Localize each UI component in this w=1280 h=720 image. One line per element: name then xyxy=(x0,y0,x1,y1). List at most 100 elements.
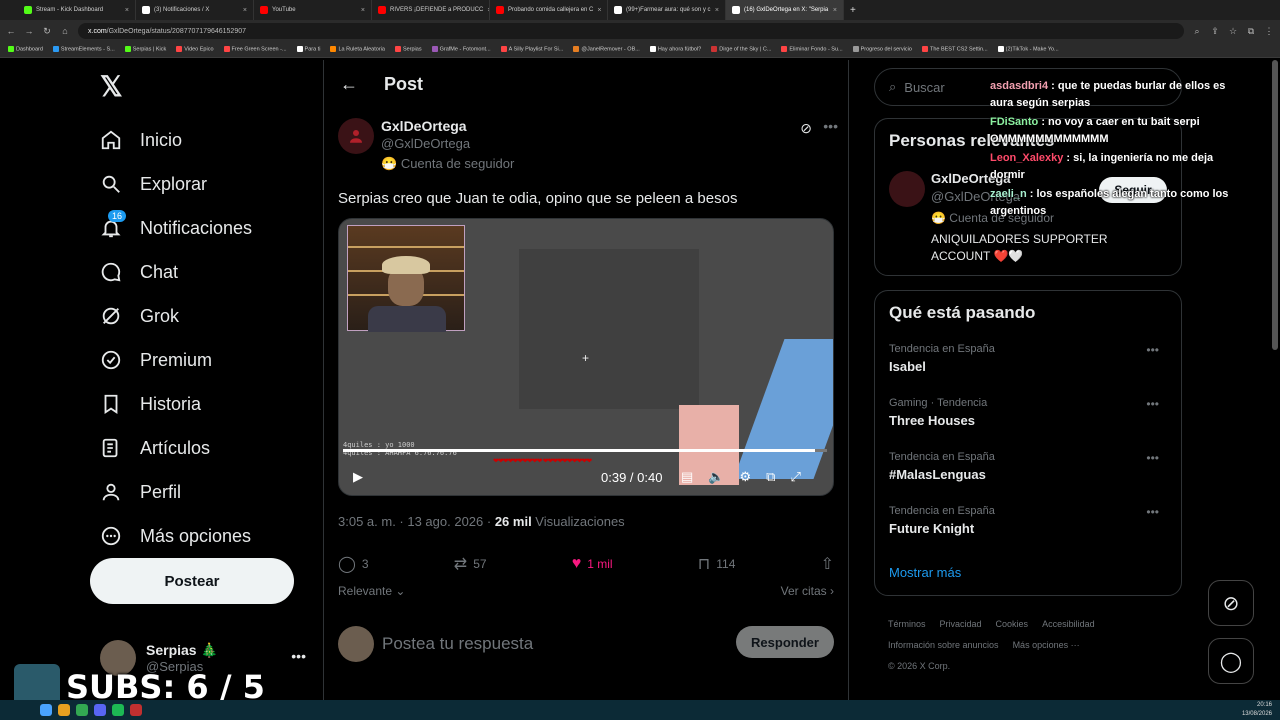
bookmark-item[interactable]: Dirge of the Sky | C... xyxy=(711,46,771,53)
trend-item[interactable]: Tendencia en España #MalasLenguas ••• xyxy=(889,451,1169,482)
bookmark-item[interactable]: Dashboard xyxy=(8,46,43,53)
footer-link[interactable]: Accesibilidad xyxy=(1042,619,1095,629)
sidebar-item-historia[interactable]: Historia xyxy=(100,382,300,426)
forward-icon[interactable]: → xyxy=(24,26,34,36)
bookmark-item[interactable]: GrafMe - Fotomont... xyxy=(431,46,491,53)
footer-link[interactable]: Privacidad xyxy=(940,619,982,629)
trend-item[interactable]: Gaming · Tendencia Three Houses ••• xyxy=(889,397,1169,428)
extensions-icon[interactable]: ⧉ xyxy=(1246,26,1256,37)
back-icon[interactable]: ← xyxy=(6,26,16,36)
browser-tab[interactable]: (16) GxlDeOrtega en X: "Serpia × xyxy=(726,0,844,20)
footer-link[interactable]: Más opciones ··· xyxy=(1013,640,1080,650)
trend-item[interactable]: Tendencia en España Isabel ••• xyxy=(889,343,1169,374)
post-button[interactable]: Postear xyxy=(90,558,294,604)
browser-tab[interactable]: RIVERS ¡DEFIENDE a PRODUCC× xyxy=(372,0,490,20)
star-icon[interactable]: ☆ xyxy=(1228,26,1238,37)
close-icon[interactable]: × xyxy=(243,7,247,14)
sidebar-item-más-opciones[interactable]: Más opciones xyxy=(100,514,300,558)
browser-tab[interactable]: (3) Notificaciones / X × xyxy=(136,0,254,20)
bookmark-item[interactable]: Free Green Screen -... xyxy=(223,46,287,53)
volume-icon[interactable]: 🔈 xyxy=(708,469,724,485)
more-icon[interactable]: ••• xyxy=(1146,397,1159,411)
new-tab-icon[interactable]: + xyxy=(844,5,862,16)
reply-submit-button[interactable]: Responder xyxy=(736,626,834,658)
close-icon[interactable]: × xyxy=(361,7,365,14)
close-icon[interactable]: × xyxy=(833,7,837,14)
windows-icon[interactable] xyxy=(40,704,52,716)
pip-icon[interactable]: ⧉ xyxy=(766,469,775,485)
show-more-link[interactable]: Mostrar más xyxy=(889,565,961,580)
chrome-icon[interactable] xyxy=(76,704,88,716)
more-icon[interactable]: ••• xyxy=(823,118,838,134)
back-arrow-icon[interactable]: ← xyxy=(340,74,358,95)
author-name[interactable]: GxlDeOrtega xyxy=(381,118,467,134)
close-icon[interactable]: × xyxy=(715,7,719,14)
bookmark-item[interactable]: (2)TikTok - Make Yo... xyxy=(997,46,1059,53)
spotify-icon[interactable] xyxy=(112,704,124,716)
more-icon[interactable]: ••• xyxy=(1146,451,1159,465)
bookmark-item[interactable]: StreamElements - S... xyxy=(52,46,115,53)
author-avatar[interactable] xyxy=(338,118,374,154)
close-icon[interactable]: × xyxy=(597,7,601,14)
play-icon[interactable]: ▶ xyxy=(353,469,363,485)
sidebar-item-explorar[interactable]: Explorar xyxy=(100,162,300,206)
messages-fab[interactable]: ◯ xyxy=(1208,638,1254,684)
video-player[interactable]: + 4quiles : yo 1000 4quiles : AHAHFA 6.7… xyxy=(338,218,834,496)
browser-tab[interactable]: YouTube × xyxy=(254,0,372,20)
fullscreen-icon[interactable]: ⤢ xyxy=(790,469,800,485)
trend-item[interactable]: Tendencia en España Future Knight ••• xyxy=(889,505,1169,536)
sidebar-item-artículos[interactable]: Artículos xyxy=(100,426,300,470)
discord-icon[interactable] xyxy=(94,704,106,716)
bookmark-item[interactable]: Para ti xyxy=(296,46,320,53)
sort-dropdown[interactable]: Relevante ⌄ xyxy=(338,584,405,598)
sidebar-item-inicio[interactable]: Inicio xyxy=(100,118,300,162)
address-bar[interactable]: x.com/GxlDeOrtega/status/208770717964615… xyxy=(78,23,1184,39)
files-icon[interactable] xyxy=(58,704,70,716)
zoom-icon[interactable]: ⌕ xyxy=(1192,26,1202,37)
video-progress-bar[interactable] xyxy=(343,449,827,452)
share-icon[interactable]: ⇪ xyxy=(1210,26,1220,37)
repost-button[interactable]: ⇄ 57 xyxy=(454,554,487,574)
grok-fab[interactable]: ⊘ xyxy=(1208,580,1254,626)
view-quotes-link[interactable]: Ver citas › xyxy=(781,584,834,598)
bookmark-item[interactable]: The BEST CS2 Settin... xyxy=(921,46,988,53)
reload-icon[interactable]: ↻ xyxy=(42,26,52,37)
browser-tab[interactable]: Stream - Kick Dashboard × xyxy=(18,0,136,20)
more-icon[interactable]: ••• xyxy=(1146,505,1159,519)
footer-link[interactable]: Términos xyxy=(888,619,926,629)
sidebar-item-premium[interactable]: Premium xyxy=(100,338,300,382)
bookmark-item[interactable]: Video Epico xyxy=(176,46,214,53)
browser-tab[interactable]: Probando comida callejera en C × xyxy=(490,0,608,20)
reply-button[interactable]: ◯ 3 xyxy=(338,554,369,574)
bookmark-item[interactable]: Serpias | Kick xyxy=(124,46,166,53)
bookmark-item[interactable]: Eliminar Fondo - Su... xyxy=(781,46,843,53)
close-icon[interactable]: × xyxy=(125,7,129,14)
share-button[interactable]: ⇧ xyxy=(821,554,834,574)
footer-link[interactable]: Información sobre anuncios xyxy=(888,640,999,650)
sidebar-item-perfil[interactable]: Perfil xyxy=(100,470,300,514)
sidebar-item-grok[interactable]: Grok xyxy=(100,294,300,338)
menu-icon[interactable]: ⋮ xyxy=(1264,26,1274,37)
bookmark-item[interactable]: @JanelRemover - OB... xyxy=(573,46,640,53)
grok-icon[interactable]: ⊘ xyxy=(800,120,812,137)
obs-icon[interactable] xyxy=(130,704,142,716)
like-button[interactable]: ♥ 1 mil xyxy=(572,554,613,574)
x-logo[interactable]: 𝕏 xyxy=(100,70,123,103)
reply-input[interactable]: Postea tu respuesta xyxy=(382,634,533,654)
bookmark-item[interactable]: Hay ahora fútbol? xyxy=(649,46,701,53)
more-icon[interactable]: ••• xyxy=(291,648,306,664)
footer-link[interactable]: Cookies xyxy=(996,619,1029,629)
browser-tab[interactable]: (99+)Farmear aura: qué son y c × xyxy=(608,0,726,20)
captions-icon[interactable]: ▤ xyxy=(681,469,693,485)
scrollbar[interactable] xyxy=(1272,60,1278,350)
more-icon[interactable]: ••• xyxy=(1146,343,1159,357)
bookmark-button[interactable]: ⊓ 114 xyxy=(698,554,736,574)
sidebar-item-chat[interactable]: Chat xyxy=(100,250,300,294)
bookmark-item[interactable]: A Silly Playlist For Si... xyxy=(500,46,563,53)
settings-icon[interactable]: ⚙ xyxy=(739,469,751,485)
avatar[interactable] xyxy=(889,171,925,207)
bookmark-item[interactable]: Progreso del servicio xyxy=(852,46,912,53)
sidebar-item-notificaciones[interactable]: 16 Notificaciones xyxy=(100,206,300,250)
author-handle[interactable]: @GxlDeOrtega xyxy=(381,136,470,151)
home-icon[interactable]: ⌂ xyxy=(60,26,70,36)
